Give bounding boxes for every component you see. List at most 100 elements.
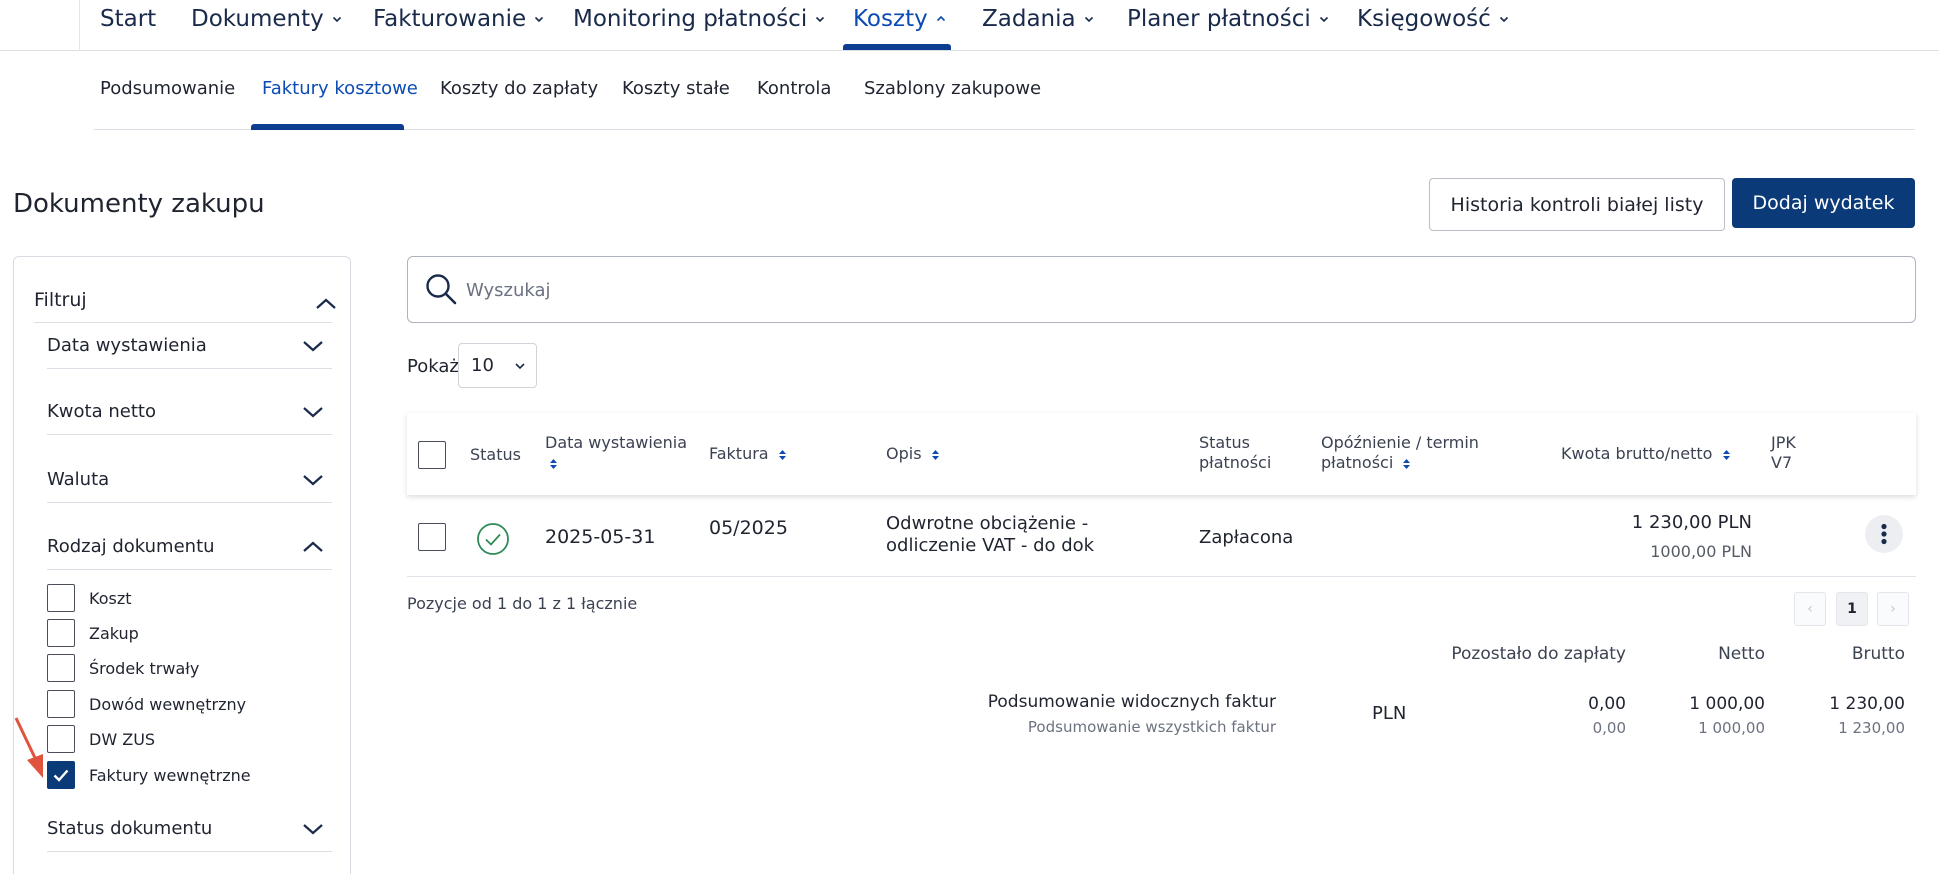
row-invoice-number[interactable]: 05/2025 — [709, 517, 788, 539]
checkbox-srodek-trwaly[interactable]: Środek trwały — [47, 653, 199, 683]
filter-section-document-status[interactable]: Status dokumentu — [47, 806, 332, 852]
column-header-amount[interactable]: Kwota brutto/netto — [1561, 444, 1731, 464]
check-circle-icon — [477, 523, 509, 555]
column-header-label: płatności — [1321, 453, 1394, 472]
prev-page-button[interactable]: ‹ — [1794, 592, 1826, 626]
filter-section-label: Waluta — [47, 469, 110, 490]
chevron-up-icon — [303, 541, 323, 552]
topnav-label: Planer płatności — [1127, 6, 1311, 32]
column-header-date[interactable]: Data wystawienia — [545, 433, 687, 473]
filter-header[interactable]: Filtruj — [34, 283, 336, 323]
summary-header-gross: Brutto — [1851, 644, 1905, 664]
checkbox-label: Zakup — [89, 623, 139, 643]
sub-navigation: Podsumowanie Faktury kosztowe Koszty do … — [94, 60, 1915, 130]
chevron-up-icon[interactable] — [313, 295, 339, 313]
checkbox[interactable] — [47, 584, 75, 612]
nav-divider — [79, 0, 80, 51]
checkbox[interactable] — [47, 619, 75, 647]
topnav-label: Księgowość — [1357, 6, 1491, 32]
tab-koszty-do-zaplaty[interactable]: Koszty do zapłaty — [440, 78, 598, 99]
checkbox-label: Faktury wewnętrzne — [89, 765, 251, 785]
checkbox-koszt[interactable]: Koszt — [47, 583, 132, 613]
summary-visible-label: Podsumowanie widocznych faktur — [987, 692, 1276, 712]
column-header-label: Data wystawienia — [545, 433, 688, 452]
more-vertical-icon — [1881, 523, 1887, 545]
next-page-button[interactable]: › — [1877, 592, 1909, 626]
column-header-label: V7 — [1771, 453, 1793, 472]
whitelist-history-button[interactable]: Historia kontroli białej listy — [1429, 178, 1725, 231]
checkbox-label: Środek trwały — [89, 658, 200, 678]
tab-koszty-stale[interactable]: Koszty stałe — [622, 78, 730, 99]
topnav-item-ksiegowosc[interactable]: Księgowość — [1357, 2, 1509, 36]
filter-section-issue-date[interactable]: Data wystawienia — [47, 323, 332, 369]
checkbox-dw-zus[interactable]: DW ZUS — [47, 724, 155, 754]
filter-section-label: Kwota netto — [47, 401, 156, 422]
row-net-amount: 1000,00 PLN — [1650, 542, 1752, 561]
column-header-label: Status — [1199, 433, 1250, 452]
page-size-select[interactable]: 10 — [458, 343, 537, 388]
summary-currency: PLN — [1372, 703, 1407, 724]
search-icon — [426, 274, 457, 305]
column-header-delay[interactable]: Opóźnienie / termin płatności — [1321, 433, 1479, 473]
sort-icon[interactable] — [1402, 458, 1411, 470]
search-box[interactable] — [407, 256, 1916, 323]
filter-panel: Filtruj Data wystawienia Kwota netto Wal… — [13, 256, 351, 874]
summary-all-remaining: 0,00 — [1592, 719, 1626, 737]
checkbox[interactable] — [47, 654, 75, 682]
checkbox-dowod-wewnetrzny[interactable]: Dowód wewnętrzny — [47, 689, 246, 719]
select-all-checkbox[interactable] — [418, 441, 446, 469]
checkbox-checked[interactable] — [47, 761, 75, 789]
topnav-item-monitoring[interactable]: Monitoring płatności — [573, 2, 825, 36]
filter-section-document-type[interactable]: Rodzaj dokumentu — [47, 524, 332, 570]
chevron-down-icon — [1084, 16, 1093, 23]
row-description-line: Odwrotne obciążenie - — [886, 513, 1089, 534]
top-navigation: Start Dokumenty Fakturowanie Monitoring … — [0, 0, 1939, 51]
checkbox[interactable] — [47, 725, 75, 753]
add-expense-button[interactable]: Dodaj wydatek — [1732, 178, 1915, 228]
filter-section-label: Status dokumentu — [47, 818, 213, 839]
column-header-payment-status: Status płatności — [1199, 433, 1271, 473]
column-header-label: Opis — [886, 444, 922, 463]
topnav-item-planer[interactable]: Planer płatności — [1127, 2, 1329, 36]
tab-szablony-zakupowe[interactable]: Szablony zakupowe — [864, 78, 1041, 99]
row-actions-button[interactable] — [1865, 515, 1903, 553]
filter-section-currency[interactable]: Waluta — [47, 457, 332, 503]
tab-podsumowanie[interactable]: Podsumowanie — [100, 78, 235, 99]
topnav-item-start[interactable]: Start — [100, 2, 156, 36]
tab-faktury-kosztowe[interactable]: Faktury kosztowe — [262, 78, 418, 99]
sort-icon[interactable] — [931, 449, 940, 461]
search-input[interactable] — [466, 275, 1866, 305]
sort-icon[interactable] — [778, 449, 787, 461]
page-1-button[interactable]: 1 — [1836, 592, 1868, 626]
filter-section-net-amount[interactable]: Kwota netto — [47, 389, 332, 435]
column-header-label: Kwota brutto/netto — [1561, 444, 1713, 463]
chevron-down-icon — [816, 16, 825, 23]
checkbox[interactable] — [47, 690, 75, 718]
checkbox-faktury-wewnetrzne[interactable]: Faktury wewnętrzne — [47, 760, 251, 790]
topnav-item-zadania[interactable]: Zadania — [982, 2, 1094, 36]
table-row[interactable]: 2025-05-31 05/2025 Odwrotne obciążenie -… — [407, 502, 1916, 577]
chevron-down-icon — [535, 16, 544, 23]
column-header-label: JPK — [1771, 433, 1796, 452]
sort-icon[interactable] — [1722, 449, 1731, 461]
sort-icon[interactable] — [549, 458, 558, 470]
annotation-arrow-icon — [14, 717, 43, 778]
row-checkbox[interactable] — [418, 523, 446, 551]
chevron-down-icon — [515, 363, 525, 370]
topnav-item-dokumenty[interactable]: Dokumenty — [191, 2, 342, 36]
chevron-down-icon — [1499, 16, 1508, 23]
topnav-label: Start — [100, 6, 157, 32]
topnav-item-koszty[interactable]: Koszty — [853, 2, 946, 36]
topnav-item-fakturowanie[interactable]: Fakturowanie — [373, 2, 544, 36]
summary-header-remaining: Pozostało do zapłaty — [1451, 644, 1626, 664]
row-payment-status: Zapłacona — [1199, 527, 1294, 548]
chevron-down-icon — [303, 824, 323, 835]
page-size-label: Pokaż — [407, 356, 459, 377]
checkbox-zakup[interactable]: Zakup — [47, 618, 139, 648]
topnav-label: Koszty — [853, 6, 928, 32]
checkmark-icon — [53, 769, 69, 782]
summary-all-label: Podsumowanie wszystkich faktur — [1027, 718, 1276, 736]
column-header-invoice[interactable]: Faktura — [709, 444, 787, 464]
tab-kontrola[interactable]: Kontrola — [757, 78, 831, 99]
column-header-description[interactable]: Opis — [886, 444, 940, 464]
